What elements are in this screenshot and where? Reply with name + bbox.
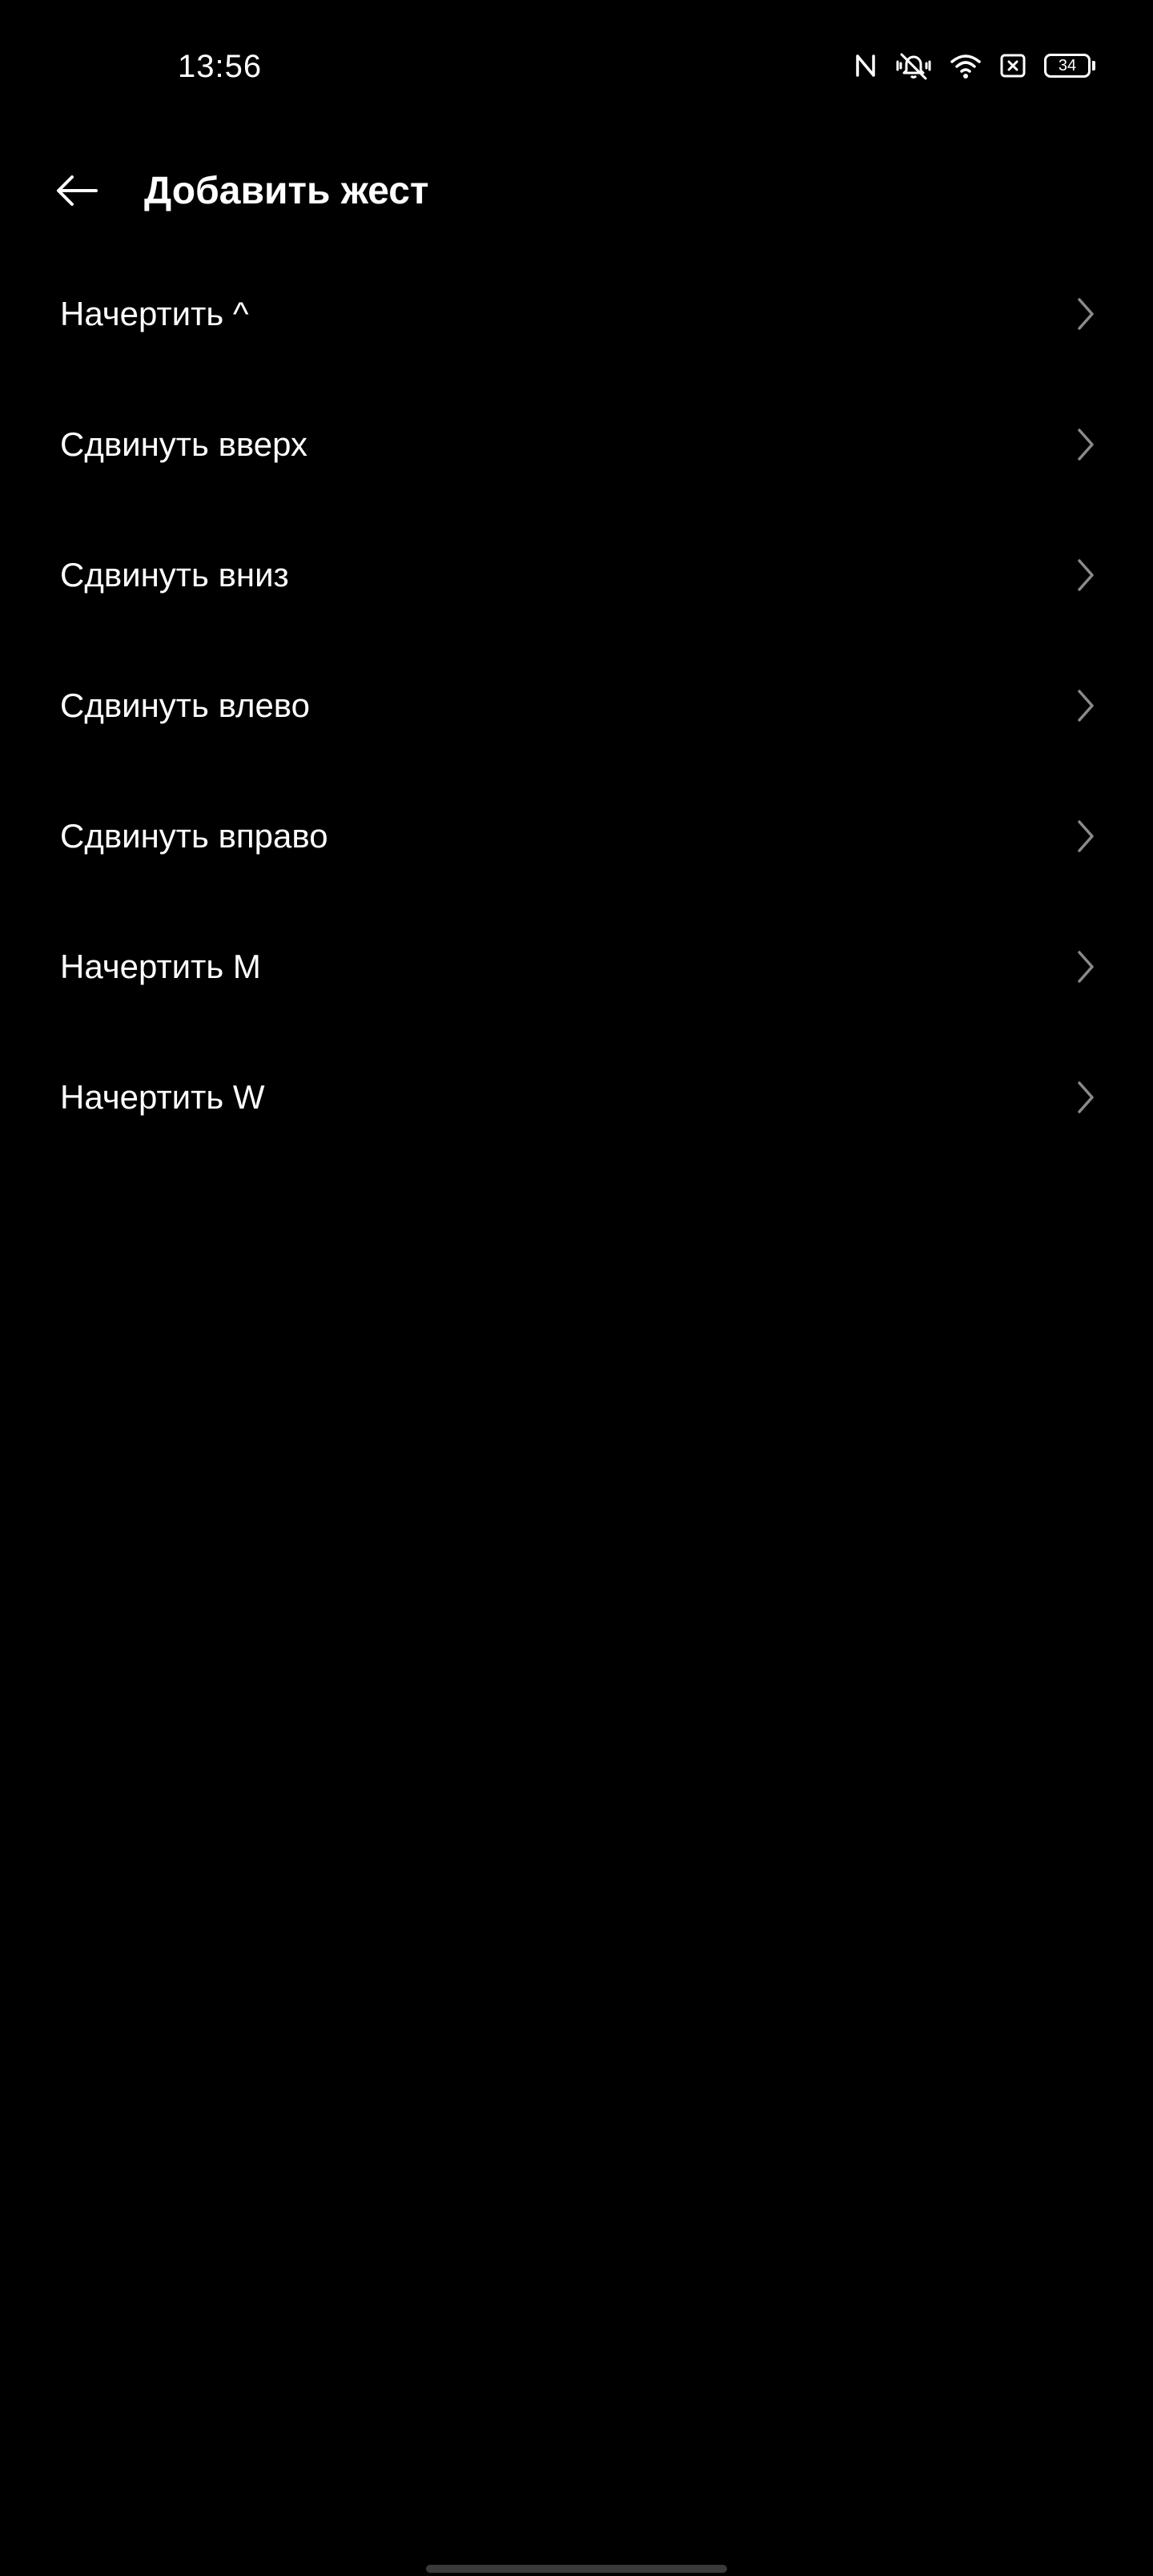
gesture-item-draw-m[interactable]: Начертить M xyxy=(0,901,1153,1032)
battery-cap xyxy=(1092,61,1095,70)
gesture-item-swipe-up[interactable]: Сдвинуть вверх xyxy=(0,379,1153,509)
gesture-item-swipe-right[interactable]: Сдвинуть вправо xyxy=(0,771,1153,901)
battery-icon: 34 xyxy=(1044,48,1095,83)
wifi-icon xyxy=(950,48,982,83)
gesture-label: Начертить M xyxy=(60,947,261,985)
chevron-right-icon xyxy=(1073,817,1099,855)
back-button[interactable] xyxy=(48,167,106,215)
page-title: Добавить жест xyxy=(144,170,429,212)
status-bar: 13:56 34 xyxy=(0,0,1153,133)
gesture-label: Сдвинуть вправо xyxy=(60,816,328,855)
chevron-right-icon xyxy=(1073,686,1099,725)
status-time: 13:56 xyxy=(178,49,263,84)
gesture-list: Начертить ^ Сдвинуть вверх Сдвинуть вниз… xyxy=(0,248,1153,1162)
status-icons: 34 xyxy=(854,48,1095,83)
battery-level: 34 xyxy=(1044,54,1091,78)
gesture-item-draw-w[interactable]: Начертить W xyxy=(0,1032,1153,1162)
gesture-label: Сдвинуть вверх xyxy=(60,425,307,463)
gesture-label: Начертить W xyxy=(60,1077,265,1116)
gesture-item-swipe-left[interactable]: Сдвинуть влево xyxy=(0,640,1153,771)
gesture-label: Начертить ^ xyxy=(60,294,249,332)
no-sim-icon xyxy=(999,48,1026,83)
gesture-nav-handle[interactable] xyxy=(426,2565,727,2573)
chevron-right-icon xyxy=(1073,556,1099,594)
gesture-item-draw-caret[interactable]: Начертить ^ xyxy=(0,248,1153,379)
arrow-left-icon xyxy=(57,175,98,206)
chevron-right-icon xyxy=(1073,295,1099,333)
chevron-right-icon xyxy=(1073,1078,1099,1117)
chevron-right-icon xyxy=(1073,425,1099,464)
gesture-label: Сдвинуть вниз xyxy=(60,555,289,594)
chevron-right-icon xyxy=(1073,948,1099,986)
gesture-label: Сдвинуть влево xyxy=(60,686,311,724)
app-bar: Добавить жест xyxy=(0,146,1153,235)
vibrate-silent-icon xyxy=(895,48,932,83)
gesture-item-swipe-down[interactable]: Сдвинуть вниз xyxy=(0,509,1153,640)
nfc-icon xyxy=(854,48,878,83)
